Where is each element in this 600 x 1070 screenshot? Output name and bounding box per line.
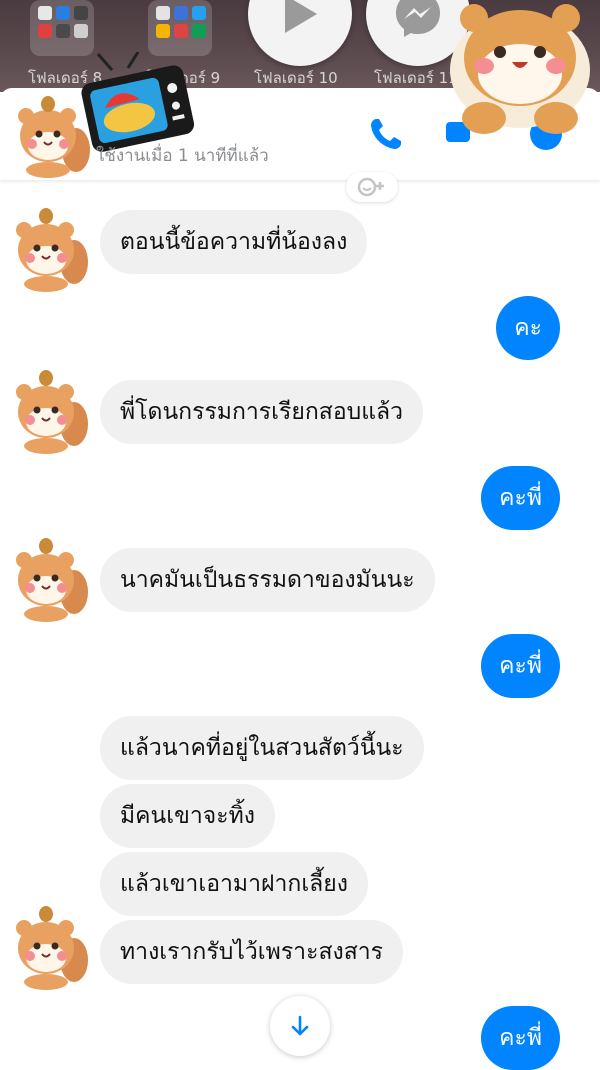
outgoing-message[interactable]: คะพี่ xyxy=(481,466,560,530)
outgoing-message[interactable]: คะพี่ xyxy=(481,1006,560,1070)
tv-sticker xyxy=(76,51,196,152)
play-icon xyxy=(285,0,317,33)
outgoing-message[interactable]: คะพี่ xyxy=(481,634,560,698)
add-reaction-hint[interactable] xyxy=(346,172,398,202)
folder-9[interactable] xyxy=(148,0,212,56)
incoming-message[interactable]: แล้วเขาเอามาฝากเลี้ยง xyxy=(100,852,368,916)
sender-avatar[interactable] xyxy=(6,898,90,990)
incoming-message[interactable]: ทางเรากรับไว้เพราะสงสาร xyxy=(100,920,404,984)
active-status: ใช้งานเมื่อ 1 นาทีที่แล้ว xyxy=(96,146,269,166)
sender-avatar[interactable] xyxy=(6,530,90,622)
incoming-message[interactable]: แล้วนาคที่อยู่ในสวนสัตว์นี้นะ xyxy=(100,716,424,780)
scroll-to-bottom-button[interactable] xyxy=(270,996,330,1056)
smile-plus-icon xyxy=(357,177,384,197)
arrow-down-icon xyxy=(291,1015,309,1036)
messenger-icon xyxy=(396,0,440,37)
chat-head-play[interactable] xyxy=(248,0,352,66)
folder-label: โฟลเดอร์ 10 xyxy=(254,69,338,87)
sender-avatar[interactable] xyxy=(6,362,90,454)
sender-avatar[interactable] xyxy=(6,200,90,292)
outgoing-message[interactable]: คะ xyxy=(496,296,560,360)
incoming-message[interactable]: พี่โดนกรรมการเรียกสอบแล้ว xyxy=(100,380,424,444)
phone-button[interactable] xyxy=(366,114,406,158)
incoming-message[interactable]: มีคนเขาจะทิ้ง xyxy=(100,784,275,848)
incoming-message[interactable]: นาคมันเป็นธรรมดาของมันนะ xyxy=(100,548,435,612)
phone-icon xyxy=(371,119,401,149)
incoming-message[interactable]: ตอนนี้ข้อความที่น้องลง xyxy=(100,210,368,274)
folder-8[interactable] xyxy=(30,0,94,56)
squirrel-sticker xyxy=(440,0,600,140)
